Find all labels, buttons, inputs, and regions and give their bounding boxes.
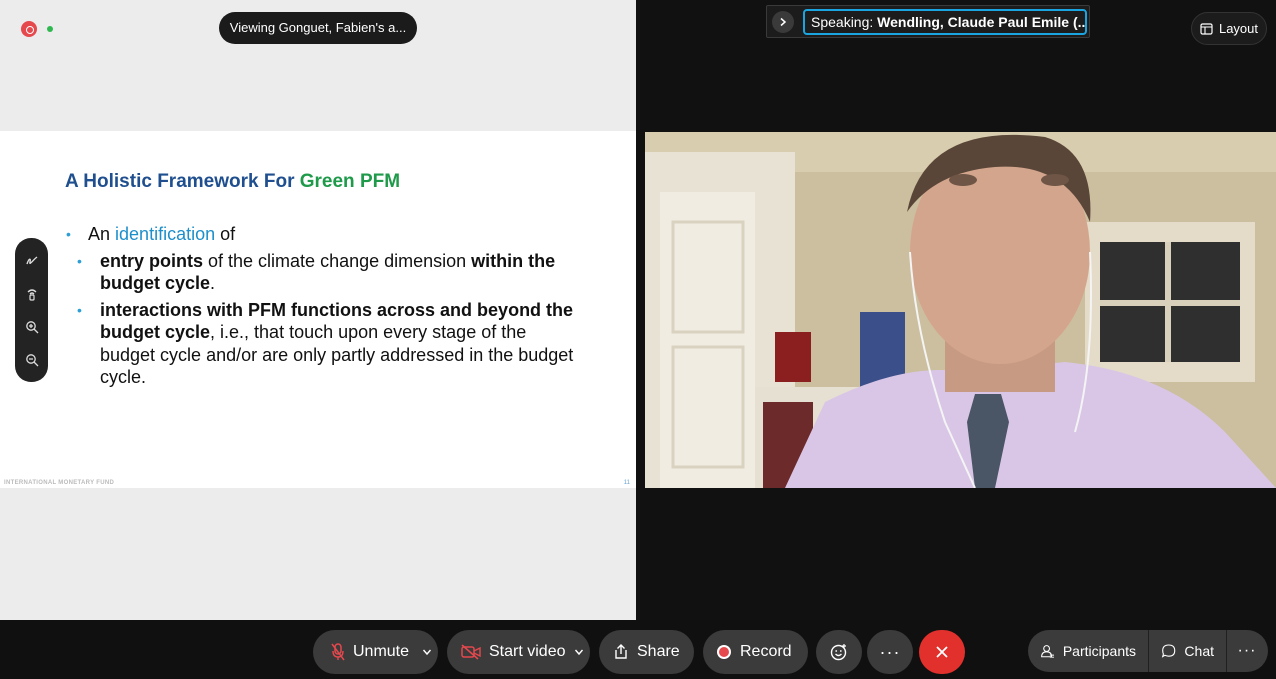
start-video-button[interactable]: Start video [447, 630, 590, 674]
bullet-icon: • [77, 301, 82, 318]
slide-body: • An identification of • entry points of… [66, 223, 586, 393]
layout-icon [1200, 22, 1213, 35]
slide-sub-bullet: • entry points of the climate change dim… [77, 250, 556, 294]
chevron-right-icon[interactable] [772, 11, 794, 33]
presentation-slide: A Holistic Framework For Green PFM • An … [0, 131, 636, 488]
reactions-button[interactable] [816, 630, 862, 674]
meeting-toolbar: Unmute Start video Share Record ··· Part… [0, 620, 1276, 679]
chevron-down-icon[interactable] [422, 644, 432, 662]
chat-button[interactable]: Chat [1149, 630, 1226, 672]
slide-page-number: 11 [623, 480, 630, 486]
more-icon: ··· [879, 642, 901, 662]
slide-bullet: • An identification of [66, 224, 236, 244]
bullet-icon: • [77, 252, 82, 269]
remote-control-icon[interactable] [22, 284, 42, 304]
annotate-pen-icon[interactable] [22, 251, 42, 271]
slide-footer: INTERNATIONAL MONETARY FUND [4, 480, 115, 486]
slide-title: A Holistic Framework For Green PFM [65, 171, 401, 192]
microphone-muted-icon [331, 643, 345, 661]
speaker-indicator: Speaking: Wendling, Claude Paul Emile (.… [766, 5, 1090, 38]
panel-buttons-group: Participants Chat ··· [1028, 630, 1268, 672]
speaking-label[interactable]: Speaking: Wendling, Claude Paul Emile (.… [803, 9, 1087, 35]
annotation-toolbar [15, 238, 48, 382]
slide-title-green: Green PFM [299, 171, 401, 192]
shared-content-area: Viewing Gonguet, Fabien's a... A Holisti… [0, 0, 636, 620]
layout-button[interactable]: Layout [1191, 12, 1267, 45]
more-panels-button[interactable]: ··· [1227, 630, 1267, 672]
connection-dot [47, 26, 53, 32]
chat-icon [1161, 644, 1176, 658]
unmute-button[interactable]: Unmute [313, 630, 438, 674]
slide-sub-bullet: • interactions with PFM functions across… [77, 299, 574, 388]
bullet-icon: • [66, 226, 71, 242]
chevron-down-icon[interactable] [574, 644, 584, 662]
more-icon: ··· [1237, 642, 1257, 659]
leave-meeting-button[interactable] [919, 630, 965, 674]
participants-button[interactable]: Participants [1028, 630, 1148, 672]
recording-indicator [21, 21, 53, 37]
share-button[interactable]: Share [599, 630, 694, 674]
share-icon [615, 644, 627, 659]
participants-icon [1041, 645, 1055, 658]
speaker-name: Wendling, Claude Paul Emile (... [877, 14, 1087, 30]
more-options-button[interactable]: ··· [867, 630, 913, 674]
zoom-in-icon[interactable] [22, 317, 42, 337]
recording-icon [21, 21, 37, 37]
zoom-out-icon[interactable] [22, 350, 42, 370]
record-button[interactable]: Record [703, 630, 808, 674]
close-icon [936, 646, 948, 658]
viewing-share-label[interactable]: Viewing Gonguet, Fabien's a... [219, 12, 417, 44]
participant-video [645, 132, 1276, 488]
emoji-icon [830, 644, 847, 661]
video-off-icon [461, 644, 481, 660]
video-frame [645, 132, 1276, 488]
record-icon [717, 645, 731, 659]
